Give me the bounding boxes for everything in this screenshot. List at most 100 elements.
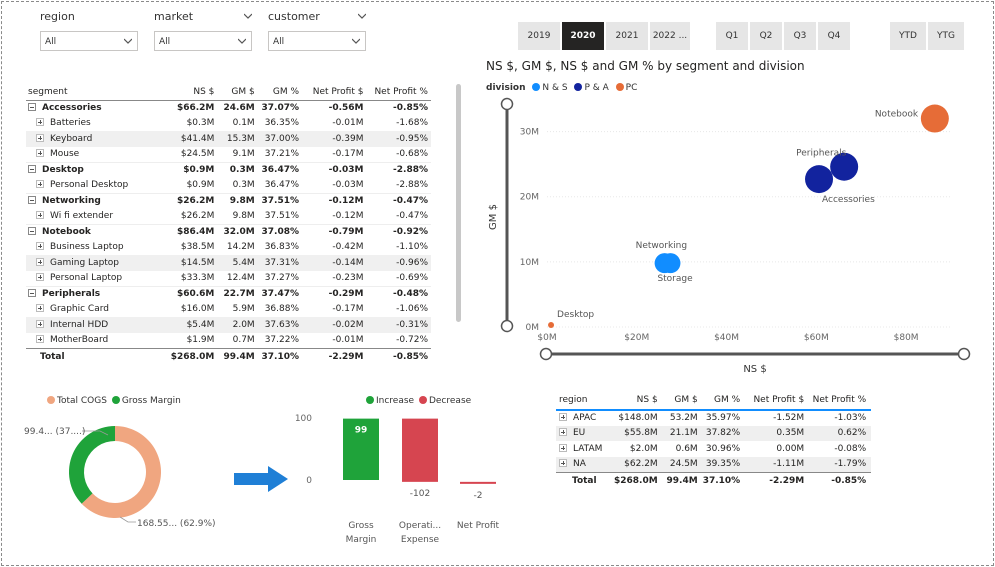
slicer-customer-dropdown[interactable]: All [268,31,366,51]
sub-segment-row[interactable]: Gaming Laptop $14.5M 5.4M 37.31% -0.14M -0.96… [26,255,431,271]
net-profit-cell: -0.17M [332,149,364,159]
slice-label: 168.55... (62.9%) [137,519,216,529]
sub-segment-row[interactable]: Personal Laptop $33.3M 12.4M 37.27% -0.23M -0… [26,271,431,287]
region-row[interactable]: EU $55.8M 21.1M 37.82% 0.35M 0.62% [556,425,872,441]
region-name: LATAM [573,443,603,454]
sub-segment-row[interactable]: Mouse $24.5M 9.1M 37.21% -0.17M -0.68% [26,147,431,163]
waterfall-bar[interactable] [460,481,496,484]
segment-row[interactable]: Networking $26.2M 9.8M 37.51% -0.12M -0.47% [26,192,431,209]
period-button-ytd[interactable]: YTD [890,22,926,50]
donut-slice[interactable] [69,426,115,504]
gm-cell: 21.1M [662,425,703,441]
quarter-button-q4[interactable]: Q4 [818,22,850,50]
legend-item-pc[interactable]: PC [615,83,637,93]
quarter-button-q1[interactable]: Q1 [716,22,748,50]
slicer-market-dropdown[interactable]: All [154,31,252,51]
region-row[interactable]: NA $62.2M 24.5M 39.35% -1.11M -1.79% [556,456,872,472]
sub-segment-row[interactable]: Keyboard $41.4M 15.3M 37.00% -0.39M -0.95% [26,131,431,147]
collapse-icon[interactable] [28,227,36,235]
collapse-icon[interactable] [28,165,36,173]
col-header-net-profit-pct[interactable]: Net Profit % [809,390,872,411]
col-header-gm-pct[interactable]: GM % [702,390,746,411]
expand-icon[interactable] [36,319,44,328]
scatter-point[interactable] [920,104,949,133]
col-header-net-profit[interactable]: Net Profit $ [302,84,367,101]
sub-segment-row[interactable]: Internal HDD $5.4M 2.0M 37.63% -0.02M -0.31% [26,317,431,333]
total-net-profit: -2.29M [745,471,810,489]
collapse-icon[interactable] [28,196,36,204]
sub-segment-row[interactable]: Graphic Card $16.0M 5.9M 36.88% -0.17M -1.06% [26,302,431,318]
sub-segment-row[interactable]: Personal Desktop $0.9M 0.3M 36.47% -0.03M -2.… [26,178,431,194]
scatter-point[interactable] [805,165,834,194]
segment-row[interactable]: Peripherals $60.6M 22.7M 37.47% -0.29M -0.48% [26,285,431,302]
scatter-point[interactable] [660,253,681,274]
sub-segment-row[interactable]: Wi fi extender $26.2M 9.8M 37.51% -0.12M -0.4… [26,209,431,225]
expand-icon[interactable] [36,335,44,343]
slicer-region-dropdown[interactable]: All [40,31,138,51]
chevron-down-icon[interactable] [238,37,246,45]
expand-icon[interactable] [36,273,44,281]
collapse-icon[interactable] [28,103,36,111]
segment-cell: MotherBoard [26,333,165,349]
col-header-gm[interactable]: GM $ [217,84,258,101]
chevron-down-icon[interactable] [358,12,366,20]
ns-cell: $0.9M [186,180,215,190]
expand-icon[interactable] [36,211,44,219]
col-header-gm-pct[interactable]: GM % [257,84,303,101]
chevron-down-icon[interactable] [124,37,132,45]
expand-icon[interactable] [36,180,44,188]
year-button-2021[interactable]: 2021 [606,22,648,50]
x-zoom-handle[interactable] [957,347,971,361]
expand-icon[interactable] [36,118,44,127]
expand-icon[interactable] [36,304,44,313]
expand-icon[interactable] [559,428,567,437]
expand-icon[interactable] [36,242,44,251]
y-zoom-handle[interactable] [500,319,514,333]
chevron-down-icon[interactable] [244,12,252,20]
col-header-ns[interactable]: NS $ [165,84,218,101]
sub-segment-row[interactable]: Batteries $0.3M 0.1M 36.35% -0.01M -1.68% [26,116,431,132]
col-header-region[interactable]: region [556,390,614,411]
scatter-chart[interactable]: 0M 10M 20M 30M $0M $20M $40M $60M $80M NS $ GM $ No… [480,95,980,380]
col-header-net-profit-pct[interactable]: Net Profit % [366,84,431,101]
expand-icon[interactable] [36,257,44,266]
x-zoom-handle[interactable] [539,347,553,361]
year-button-2022[interactable]: 2022 ... [650,22,690,50]
collapse-icon[interactable] [28,289,36,297]
quarter-button-q2[interactable]: Q2 [750,22,782,50]
legend-item-ns[interactable]: N & S [532,83,568,93]
expand-icon[interactable] [559,413,567,422]
sub-segment-row[interactable]: MotherBoard $1.9M 0.7M 37.22% -0.01M -0.72% [26,333,431,349]
waterfall-chart[interactable]: 100 0 99 Gross Margin -102 Operati... Expense -2… [290,405,520,550]
total-label: Total [556,471,614,489]
region-row[interactable]: APAC $148.0M 53.2M 35.97% -1.52M -1.03% [556,410,871,426]
net-profit-cell: -0.29M [302,285,367,302]
col-header-net-profit[interactable]: Net Profit $ [745,390,810,411]
period-button-ytg[interactable]: YTG [928,22,964,50]
col-header-gm[interactable]: GM $ [662,390,703,411]
expand-icon[interactable] [559,459,567,467]
col-header-ns[interactable]: NS $ [614,390,663,411]
year-button-2019[interactable]: 2019 [518,22,560,50]
year-button-2020[interactable]: 2020 [562,22,604,50]
chevron-down-icon[interactable] [352,37,360,45]
scatter-point[interactable] [548,322,555,329]
expand-icon[interactable] [36,133,44,142]
scatter-title: NS $, GM $, NS $ and GM % by segment and… [486,59,805,73]
quarter-button-q3[interactable]: Q3 [784,22,816,50]
region-row[interactable]: LATAM $2.0M 0.6M 30.96% 0.00M -0.08% [556,441,871,457]
segment-row[interactable]: Accessories $66.2M 24.6M 37.07% -0.56M -0.85% [26,99,431,116]
y-zoom-handle[interactable] [500,97,514,111]
legend-item-pa[interactable]: P & A [574,83,609,93]
expand-icon[interactable] [36,149,44,157]
waterfall-bar[interactable] [402,418,438,482]
expand-icon[interactable] [559,443,567,452]
sub-segment-row[interactable]: Business Laptop $38.5M 14.2M 36.83% -0.42M -1… [26,240,431,256]
net-profit-pct-cell: -0.48% [366,285,431,302]
segment-row[interactable]: Desktop $0.9M 0.3M 36.47% -0.03M -2.88% [26,161,431,178]
segment-row[interactable]: Notebook $86.4M 32.0M 37.08% -0.79M -0.92% [26,223,431,240]
col-header-segment[interactable]: segment [26,84,166,101]
net-profit-cell: -0.14M [302,255,367,271]
donut-chart[interactable]: 99.4... (37....) 168.55... (62.9%) [20,405,220,535]
matrix-scrollbar[interactable] [456,84,461,322]
